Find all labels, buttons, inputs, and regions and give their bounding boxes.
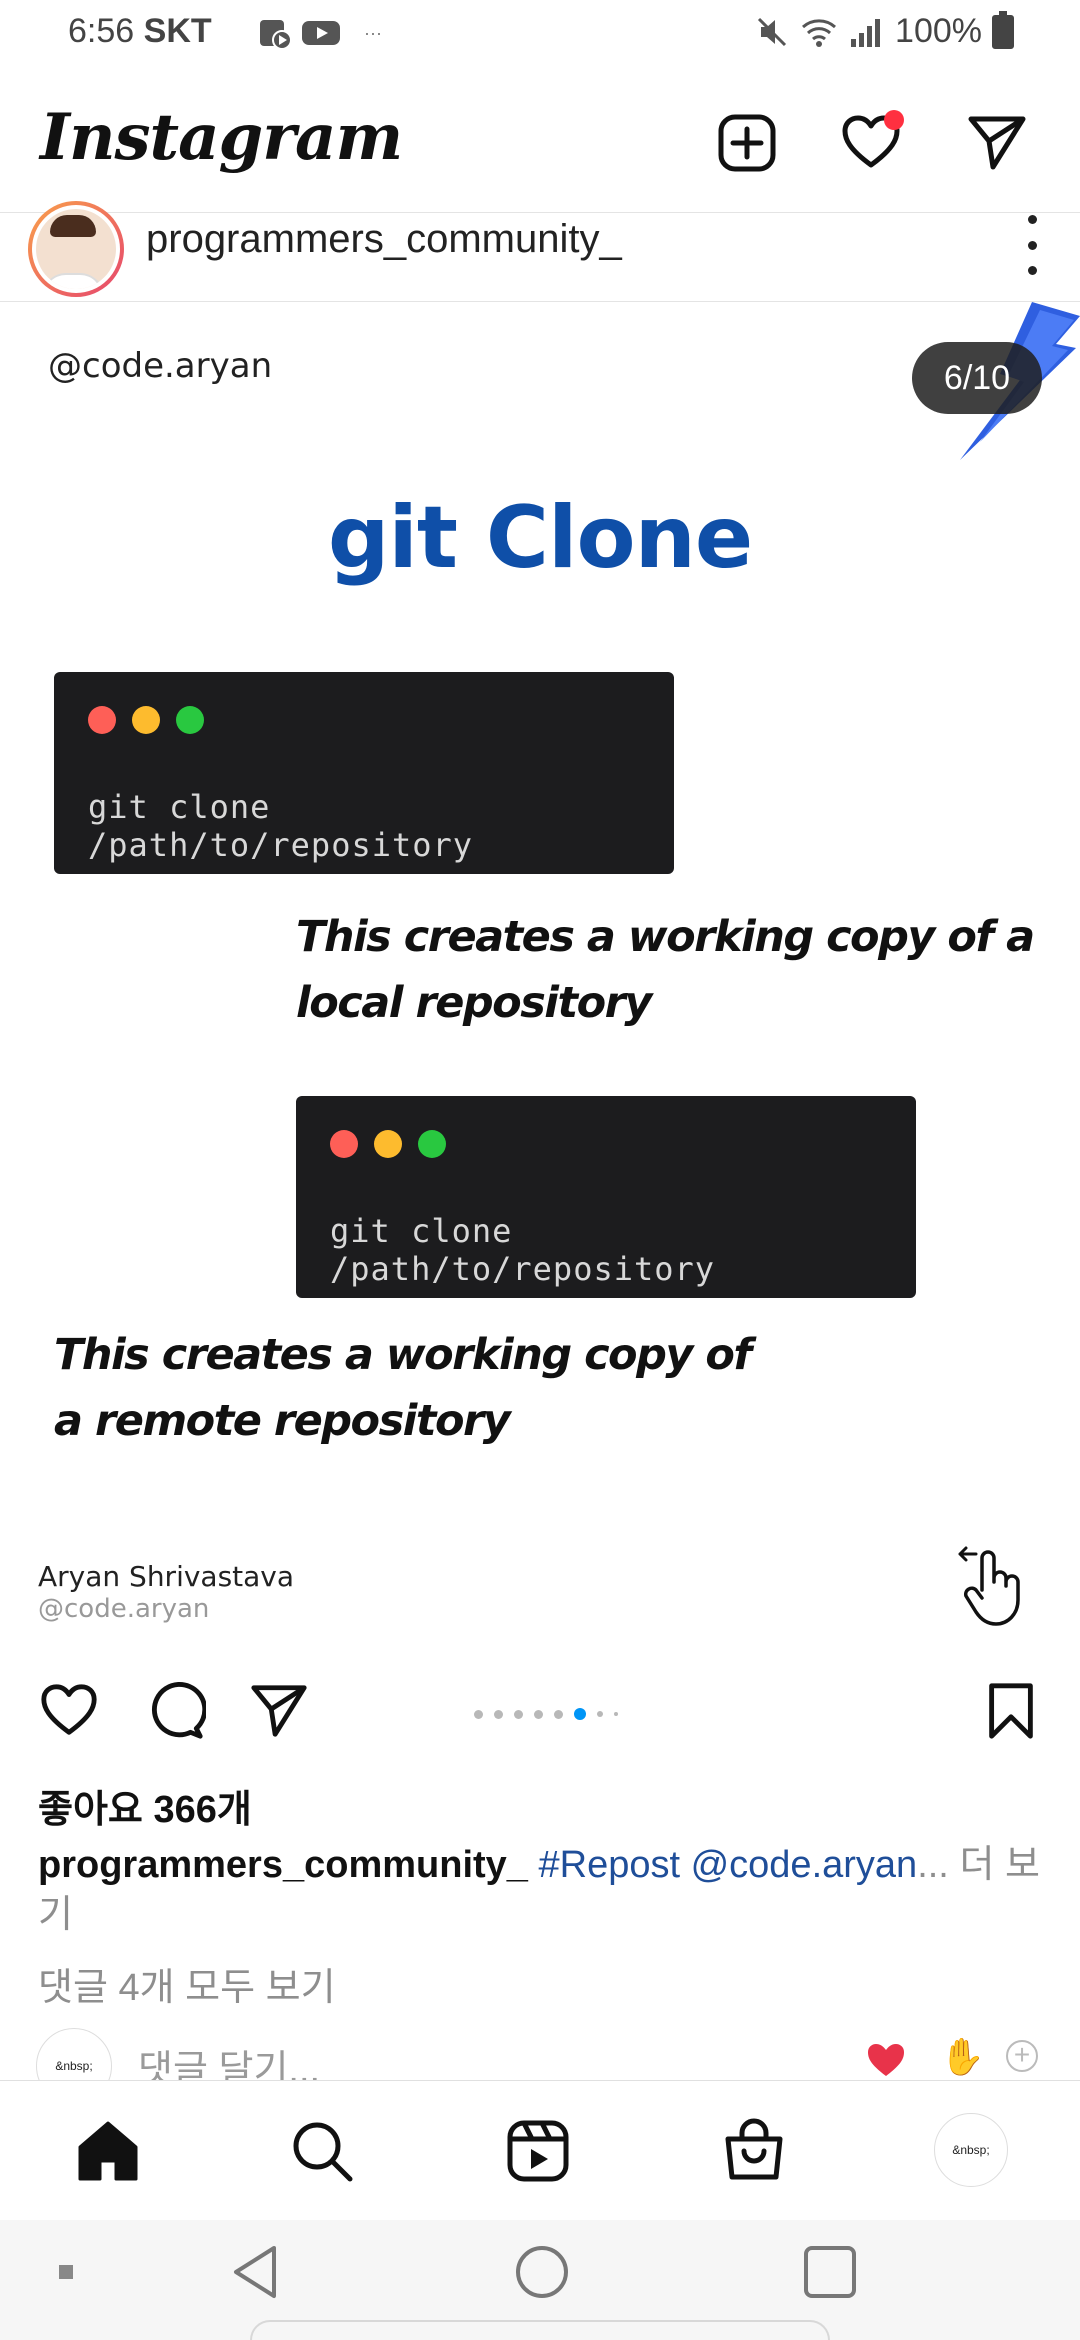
post-caption[interactable]: programmers_community_ #Repost @code.ary…	[38, 1840, 1048, 1940]
pager-dot	[614, 1712, 618, 1716]
share-button[interactable]	[246, 1678, 312, 1744]
home-circle-icon	[516, 2246, 568, 2298]
avatar-border	[32, 205, 120, 293]
author-username[interactable]: programmers_community_	[146, 217, 622, 262]
credit-name: Aryan Shrivastava	[38, 1560, 295, 1593]
profile-tab[interactable]: &nbsp;	[934, 2113, 1008, 2187]
add-emoji-icon[interactable]: +	[1006, 2040, 1038, 2072]
plus-square-icon	[718, 114, 776, 172]
slide-title: git Clone	[327, 488, 753, 588]
heart-icon	[41, 1684, 97, 1735]
window-controls	[88, 706, 204, 734]
comment-bubble-icon	[152, 1682, 206, 1739]
direct-messages-button[interactable]	[962, 108, 1032, 178]
description-1-line-1: This creates a working copy of a	[296, 912, 1035, 962]
home-icon	[78, 2121, 138, 2181]
home-tab[interactable]	[70, 2113, 146, 2189]
recents-square-icon	[804, 2246, 856, 2298]
more-notifications: ···	[364, 22, 382, 43]
comment-input[interactable]: 댓글 달기...	[138, 2038, 320, 2080]
send-icon	[968, 116, 1026, 170]
code-block-1: git clone /path/to/repository	[54, 672, 674, 874]
battery-percent: 100%	[895, 12, 982, 50]
back-button[interactable]	[226, 2242, 286, 2302]
post-header: programmers_community_	[0, 201, 1080, 302]
slide-handle: @code.aryan	[48, 346, 273, 386]
description-1-line-2: local repository	[296, 978, 652, 1028]
comment-input-row: &nbsp; 댓글 달기... ✋ +	[0, 2024, 1080, 2080]
search-icon	[293, 2122, 353, 2182]
pager-dot-active	[574, 1708, 586, 1720]
search-tab[interactable]	[284, 2113, 360, 2189]
red-heart-emoji-icon[interactable]	[866, 2042, 906, 2078]
pager-dot	[597, 1711, 603, 1717]
description-2-line-2: a remote repository	[54, 1396, 511, 1446]
activity-button[interactable]	[836, 108, 906, 178]
notification-icons: ···	[258, 16, 382, 50]
view-all-comments-link[interactable]: 댓글 4개 모두 보기	[38, 1956, 336, 2011]
slide-counter: 6/10	[912, 342, 1042, 414]
description-2: This creates a working copy of a remote …	[54, 1322, 752, 1454]
credit-handle: @code.aryan	[38, 1594, 210, 1624]
wifi-icon	[802, 18, 837, 47]
swipe-hand-icon	[958, 1546, 1020, 1626]
youtube-icon	[302, 21, 340, 45]
carrier: SKT	[143, 12, 212, 50]
avatar-image	[36, 209, 116, 289]
bottom-navigation: &nbsp;	[0, 2080, 1080, 2220]
save-button[interactable]	[978, 1678, 1044, 1744]
reels-tab[interactable]	[500, 2113, 576, 2189]
bookmark-icon	[989, 1683, 1033, 1739]
caption-text[interactable]: #Repost @code.aryan	[539, 1844, 918, 1886]
reels-icon	[507, 2120, 569, 2182]
send-icon	[251, 1685, 307, 1737]
youtube-music-icon	[260, 20, 292, 50]
notification-dot	[884, 110, 904, 130]
signal-icon	[851, 18, 881, 47]
shop-tab[interactable]	[716, 2113, 792, 2189]
shop-bag-icon	[725, 2118, 783, 2180]
code-line-2: git clone /path/to/repository	[330, 1212, 716, 1288]
post-carousel-slide[interactable]: @code.aryan 6/10 git Clone git clone /pa…	[0, 302, 1080, 1662]
pager-dot	[494, 1709, 503, 1719]
recents-button[interactable]	[800, 2242, 860, 2302]
more-options-button[interactable]	[1024, 215, 1040, 275]
avatar-shirt	[42, 273, 104, 289]
status-bar: 6:56 SKT ··· 100%	[0, 0, 1080, 66]
system-status: 100%	[755, 10, 1014, 51]
window-controls	[330, 1130, 446, 1158]
code-line-1: git clone /path/to/repository	[88, 788, 474, 864]
clock: 6:56	[68, 12, 135, 50]
post-actions	[0, 1662, 1080, 1762]
likes-count[interactable]: 좋아요 366개	[38, 1778, 252, 1833]
pager-dot	[554, 1709, 563, 1719]
code-block-2: git clone /path/to/repository	[296, 1096, 916, 1298]
mute-icon	[757, 17, 787, 46]
raising-hands-emoji-icon[interactable]: ✋	[940, 2036, 985, 2078]
instagram-logo[interactable]: Instagram	[40, 100, 403, 175]
user-avatar: &nbsp;	[36, 2028, 112, 2080]
pager-dot	[474, 1709, 483, 1719]
comment-button[interactable]	[142, 1678, 208, 1744]
back-triangle-icon	[234, 2246, 276, 2298]
pager-dot	[514, 1709, 523, 1719]
gesture-pill	[250, 2320, 830, 2340]
pager-dot	[534, 1709, 543, 1719]
square-dot-icon	[59, 2265, 73, 2279]
app-header: Instagram	[0, 70, 1080, 212]
author-avatar[interactable]	[28, 201, 124, 297]
avatar-hair	[50, 215, 96, 237]
system-navigation-bar	[0, 2220, 1080, 2340]
description-1: This creates a working copy of a local r…	[296, 904, 1035, 1036]
caption-ellipsis: ...	[917, 1844, 949, 1886]
description-2-line-1: This creates a working copy of	[54, 1330, 752, 1380]
home-button[interactable]	[512, 2242, 572, 2302]
carousel-pager	[474, 1708, 618, 1720]
like-button[interactable]	[36, 1678, 102, 1744]
create-post-button[interactable]	[712, 108, 782, 178]
battery-icon	[992, 10, 1014, 49]
caption-username[interactable]: programmers_community_	[38, 1844, 528, 1886]
recents-small-button[interactable]	[36, 2242, 96, 2302]
status-time: 6:56 SKT	[68, 12, 212, 51]
